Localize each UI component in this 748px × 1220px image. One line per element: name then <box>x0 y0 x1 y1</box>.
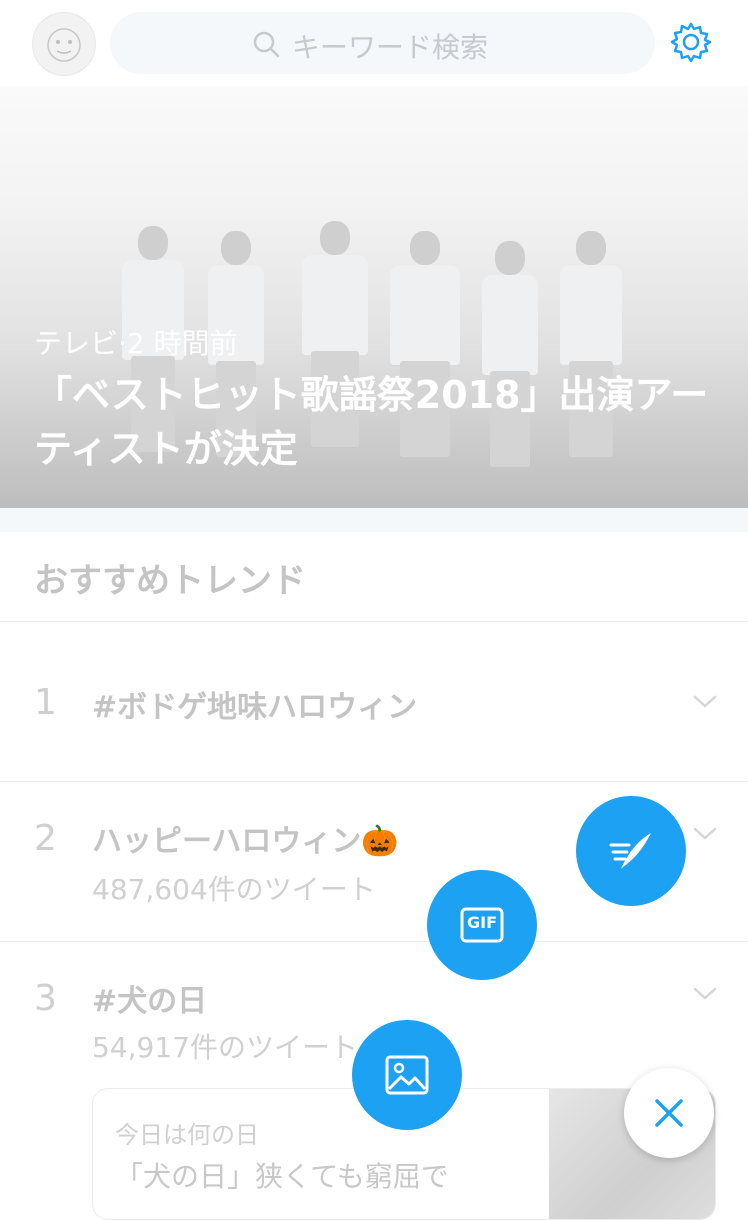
divider <box>0 781 748 782</box>
news-card-headline: 「犬の日」狭くても窮屈で <box>115 1160 449 1193</box>
trend-name: ハッピーハロウィン🎃 <box>92 824 399 859</box>
section-gap <box>0 508 748 532</box>
trend-name: #ボドゲ地味ハロウィン <box>92 690 418 725</box>
search-placeholder: キーワード検索 <box>292 31 489 64</box>
gif-label: GIF <box>466 913 497 932</box>
divider <box>0 941 748 942</box>
trend-rank: 3 <box>34 978 57 1019</box>
top-bar: キーワード検索 <box>0 0 748 86</box>
hero-news-card[interactable]: テレビ·2 時間前 「ベストヒット歌謡祭2018」出演アーティストが決定 <box>0 86 748 508</box>
gear-icon[interactable] <box>670 21 712 63</box>
trend-rank: 1 <box>34 682 57 723</box>
divider <box>0 621 748 622</box>
quill-icon <box>609 833 651 869</box>
image-icon <box>385 1055 429 1095</box>
news-card-source: 今日は何の日 <box>115 1121 259 1149</box>
hero-meta: テレビ·2 時間前 <box>34 327 238 360</box>
chevron-down-icon[interactable] <box>692 694 718 710</box>
search-input[interactable]: キーワード検索 <box>110 12 655 74</box>
image-button[interactable] <box>352 1020 462 1130</box>
chevron-down-icon[interactable] <box>692 986 718 1002</box>
close-icon <box>655 1099 683 1127</box>
avatar[interactable] <box>32 12 96 76</box>
trend-rank: 2 <box>34 818 57 859</box>
compose-tweet-button[interactable] <box>576 796 686 906</box>
chevron-down-icon[interactable] <box>692 826 718 842</box>
search-icon <box>253 31 280 58</box>
trends-section-title: おすすめトレンド <box>34 561 306 601</box>
trend-tweet-count: 54,917件のツイート <box>92 1031 358 1064</box>
trend-name: #犬の日 <box>92 984 208 1019</box>
close-menu-button[interactable] <box>624 1068 714 1158</box>
avatar-doodle-icon <box>41 27 87 67</box>
trend-tweet-count: 487,604件のツイート <box>92 873 376 906</box>
gif-button[interactable]: GIF <box>427 870 537 980</box>
hero-title[interactable]: 「ベストヒット歌謡祭2018」出演アーティストが決定 <box>34 368 724 476</box>
